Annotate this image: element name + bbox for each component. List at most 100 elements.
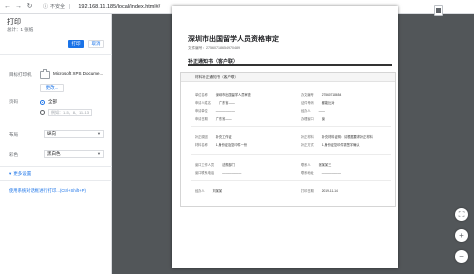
- field-label: 证件号码: [301, 101, 314, 105]
- field-row: 材料名称 1.身份证及复印件一份: [195, 142, 247, 147]
- field-value: 广东省——: [215, 117, 232, 121]
- field-value: ——: [318, 109, 325, 113]
- document-number: 文件编号：27560718654970489: [188, 46, 240, 50]
- color-value: 黑白色: [47, 151, 61, 156]
- field-value: 广东省——: [218, 101, 235, 105]
- field-row: 申请人姓名 广东省——: [195, 100, 235, 105]
- field-row: 窗口工作人员 法规部门: [195, 162, 235, 167]
- print-settings-panel: 打印 总计：1 张纸 打印 取消 目标打印机 Microsoft XPS Doc…: [0, 14, 112, 274]
- pages-all-option[interactable]: 全部: [40, 99, 57, 105]
- field-value: 刘某某: [212, 189, 223, 193]
- field-value: 补充材料证明：请根据要求补正材料: [321, 135, 373, 139]
- url-host: 192.168.11.185: [78, 3, 117, 10]
- field-value: 张某某三: [318, 163, 332, 167]
- field-row: 证件号码 都能比对: [301, 100, 335, 105]
- field-value: 2019-11-14: [321, 189, 338, 193]
- field-row: 联系人 张某某三: [301, 162, 331, 167]
- security-label: 不安全: [50, 4, 66, 10]
- field-label: 办文编号: [301, 93, 314, 97]
- field-label: 联系人: [301, 163, 311, 167]
- field-value: 1.身份证及复印件一份: [215, 143, 248, 147]
- more-settings-toggle[interactable]: ▾ 更多设置: [9, 171, 31, 177]
- heading-rule: [188, 64, 392, 66]
- document-title: 深圳市出国留学人员资格审定: [188, 36, 279, 43]
- field-value: 1.身份证复印件需签字确认: [321, 143, 360, 147]
- field-value: 补充工作证: [215, 135, 232, 139]
- field-row: 联系地址 ——————: [301, 170, 341, 175]
- destination-printer: Microsoft XPS Docume...: [53, 71, 104, 76]
- destination-label: 目标打印机: [9, 72, 32, 77]
- field-value: 27560718654: [321, 93, 342, 97]
- layout-value: 纵向: [47, 131, 56, 136]
- field-row: 打印日期 2019-11-14: [301, 188, 338, 193]
- field-row: 申请单位 ——————: [195, 108, 235, 113]
- field-label: 办理窗口: [301, 117, 314, 121]
- field-label: 单位名称: [195, 93, 208, 97]
- layout-label: 布局: [9, 132, 18, 137]
- field-value: 都能比对: [321, 101, 335, 105]
- color-label: 彩色: [9, 152, 18, 157]
- field-value: 法规部门: [222, 163, 235, 167]
- field-label: 补正方式: [301, 143, 314, 147]
- printer-icon: [40, 69, 50, 79]
- reload-icon[interactable]: ↻: [26, 3, 33, 10]
- field-label: 经办人: [195, 189, 205, 193]
- field-row: 办文编号 27560718654: [301, 92, 341, 97]
- field-value: ——————: [215, 109, 235, 113]
- zoom-out-icon[interactable]: −: [455, 250, 468, 263]
- print-button[interactable]: 打印: [68, 40, 84, 48]
- zoom-in-icon[interactable]: +: [455, 229, 468, 242]
- info-icon: ⓘ: [43, 4, 49, 10]
- sheet-count: 总计：1 张纸: [7, 27, 34, 32]
- pages-all-label: 全部: [48, 99, 57, 104]
- chevron-down-icon: ▾: [9, 171, 12, 176]
- field-row: 补正材料 补充材料证明：请根据要求补正材料: [301, 134, 373, 139]
- divider: [0, 54, 112, 55]
- field-label: 材料名称: [195, 143, 208, 147]
- color-select[interactable]: 黑白色 ▼: [44, 150, 104, 158]
- field-label: 申请单位: [195, 109, 208, 113]
- field-row: 申请日期 广东省——: [195, 116, 232, 121]
- group-divider: [191, 154, 391, 155]
- field-label: 窗口工作人员: [195, 163, 215, 167]
- security-indicator[interactable]: ⓘ 不安全: [43, 3, 65, 10]
- chevron-down-icon: ▼: [97, 151, 101, 156]
- more-settings-label: 更多设置: [13, 171, 32, 176]
- field-label: 经办人: [301, 109, 311, 113]
- field-row: 补正原因 补充工作证: [195, 134, 232, 139]
- radio-icon[interactable]: [40, 110, 45, 115]
- field-label: 申请人姓名: [195, 101, 211, 105]
- field-label: 补正原因: [195, 135, 208, 139]
- pages-custom-option[interactable]: 例如：1-5、8、11-13: [40, 109, 92, 116]
- field-value: 深圳市出国留学人员审查: [215, 93, 251, 97]
- panel-title: 打印: [7, 19, 21, 26]
- field-value: ——————: [321, 171, 341, 175]
- field-row: 办理窗口 窗: [301, 116, 325, 121]
- url-separator: |: [69, 3, 71, 10]
- layout-select[interactable]: 纵向 ▼: [44, 130, 104, 138]
- field-value: 窗: [321, 117, 325, 121]
- field-value: ——————: [222, 171, 242, 175]
- divider: [0, 166, 112, 167]
- change-destination-button[interactable]: 更改...: [40, 84, 64, 92]
- pages-custom-input[interactable]: 例如：1-5、8、11-13: [48, 109, 92, 116]
- field-label: 打印日期: [301, 189, 314, 193]
- group-divider: [191, 126, 391, 127]
- field-row: 补正方式 1.身份证复印件需签字确认: [301, 142, 359, 147]
- chevron-down-icon: ▼: [97, 131, 101, 136]
- arrow-left-icon[interactable]: ←: [4, 3, 11, 10]
- cancel-button[interactable]: 取消: [88, 40, 104, 48]
- arrow-right-icon[interactable]: →: [15, 3, 22, 10]
- system-dialog-link[interactable]: 使用系统对话框进行打印...(Ctrl+Shift+P): [9, 188, 86, 194]
- radio-selected-icon[interactable]: [40, 99, 45, 105]
- page-thumbnail-icon: [434, 5, 443, 16]
- field-label: 窗口联系电话: [195, 171, 215, 175]
- field-row: 窗口联系电话 ——————: [195, 170, 241, 175]
- group-divider: [191, 180, 391, 181]
- destination-value: Microsoft XPS Docume...: [40, 69, 104, 79]
- card-header: 材料补正通知书（客户联）: [181, 73, 395, 82]
- field-label: 联系地址: [301, 171, 314, 175]
- field-row: 经办人 ——: [301, 108, 325, 113]
- fit-page-icon[interactable]: ⛶: [455, 208, 468, 221]
- url-field[interactable]: 192.168.11.185/local/index.html#/: [78, 4, 160, 10]
